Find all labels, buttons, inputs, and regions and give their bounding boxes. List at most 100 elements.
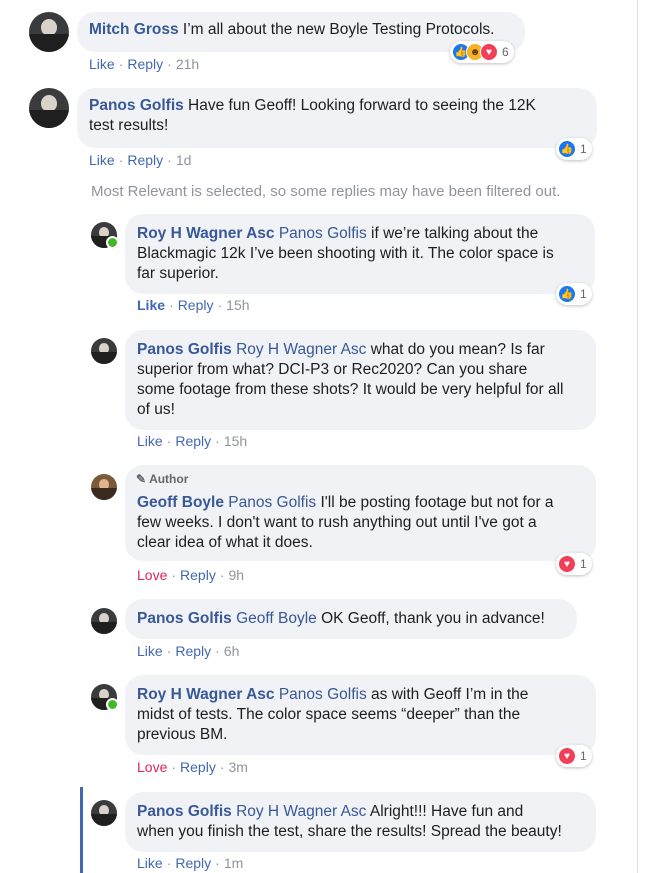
author-name[interactable]: Geoff Boyle (137, 494, 224, 511)
timestamp[interactable]: 15h (226, 297, 249, 313)
comment-text: superior from what? DCI-P3 or Rec2020? C… (137, 361, 528, 378)
timestamp[interactable]: 21h (176, 56, 199, 72)
like-icon: 👍 (558, 285, 576, 303)
reaction-count: 1 (580, 142, 587, 156)
comment-text: test results! (89, 117, 169, 134)
comment-actions: Like · Reply · 6h (137, 643, 239, 659)
online-indicator (106, 698, 119, 711)
author-name[interactable]: Panos Golfis (137, 341, 232, 358)
pencil-icon: ✎ (136, 472, 147, 486)
author-name[interactable]: Mitch Gross (89, 21, 179, 38)
mention-tag[interactable]: Panos Golfis (279, 225, 367, 242)
comment-text: what do you mean? Is far (366, 341, 545, 358)
separator: · (167, 152, 172, 168)
timestamp[interactable]: 15h (224, 433, 247, 449)
reaction-summary[interactable]: 👍 1 (556, 138, 592, 160)
love-icon: ♥ (558, 555, 576, 573)
reply-button[interactable]: Reply (175, 855, 211, 871)
comment-text: some footage from these shots? It would … (137, 381, 564, 398)
separator: · (169, 297, 174, 313)
separator: · (171, 567, 177, 583)
timestamp[interactable]: 6h (224, 643, 240, 659)
like-button[interactable]: Like (137, 855, 163, 871)
comment-bubble: Panos Golfis Geoff Boyle OK Geoff, thank… (125, 599, 577, 639)
comment-text: if we’re talking about the (366, 225, 539, 242)
comment-bubble: Panos Golfis Roy H Wagner Asc what do yo… (125, 330, 596, 430)
author-name[interactable]: Panos Golfis (89, 97, 184, 114)
separator: · (219, 567, 225, 583)
like-button[interactable]: Like (137, 297, 165, 313)
like-button[interactable]: Like (89, 152, 115, 168)
reaction-count: 1 (580, 287, 587, 301)
love-icon: ♥ (558, 747, 576, 765)
reply-button[interactable]: Reply (180, 567, 216, 583)
author-name[interactable]: Roy H Wagner Asc (137, 225, 275, 242)
comment-bubble: Panos Golfis Have fun Geoff! Looking for… (77, 88, 597, 148)
reply-button[interactable]: Reply (175, 433, 211, 449)
comment-text: as with Geoff I’m in the (366, 686, 529, 703)
love-icon: ♥ (480, 43, 498, 61)
reaction-summary[interactable]: ♥ 1 (556, 553, 592, 575)
mention-tag[interactable]: Roy H Wagner Asc (236, 803, 366, 820)
love-button[interactable]: Love (137, 759, 167, 775)
like-button[interactable]: Like (137, 433, 163, 449)
author-badge-label: Author (149, 472, 189, 486)
comment-text: Have fun Geoff! Looking forward to seein… (183, 97, 536, 114)
reaction-count: 1 (580, 557, 587, 571)
author-name[interactable]: Panos Golfis (137, 610, 232, 627)
reply-button[interactable]: Reply (127, 56, 163, 72)
comment-text: I’m all about the new Boyle Testing Prot… (178, 21, 495, 38)
timestamp[interactable]: 3m (229, 759, 248, 775)
mention-tag[interactable]: Geoff Boyle (236, 610, 317, 627)
comment-actions: Love · Reply · 3m (137, 759, 248, 775)
avatar[interactable] (91, 338, 117, 364)
mention-tag[interactable]: Roy H Wagner Asc (236, 341, 366, 358)
comment-actions: Like · Reply · 1m (137, 855, 243, 871)
separator: · (219, 759, 225, 775)
separator: · (166, 643, 172, 659)
comment-text: I'll be posting footage but not for a (316, 494, 554, 511)
avatar[interactable] (29, 12, 69, 52)
reaction-summary[interactable]: ♥ 1 (556, 745, 592, 767)
comment-actions: Like · Reply · 1d (89, 152, 191, 168)
comment-actions: Love · Reply · 9h (137, 567, 244, 583)
comment-text: previous BM. (137, 726, 228, 743)
reaction-count: 1 (580, 749, 587, 763)
mention-tag[interactable]: Panos Golfis (279, 686, 367, 703)
timestamp[interactable]: 1m (224, 855, 243, 871)
comment-actions: Like · Reply · 15h (137, 297, 250, 313)
mention-tag[interactable]: Panos Golfis (228, 494, 316, 511)
separator: · (166, 433, 172, 449)
reply-button[interactable]: Reply (178, 297, 214, 313)
timestamp[interactable]: 9h (229, 567, 245, 583)
comment-text: far superior. (137, 265, 219, 282)
author-name[interactable]: Panos Golfis (137, 803, 232, 820)
comment-text: of us! (137, 401, 175, 418)
separator: · (166, 855, 172, 871)
author-name[interactable]: Roy H Wagner Asc (137, 686, 275, 703)
comment-text: clear idea of what it does. (137, 534, 313, 551)
online-indicator (106, 236, 119, 249)
reply-button[interactable]: Reply (175, 643, 211, 659)
comment-bubble: Geoff Boyle Panos Golfis I'll be posting… (125, 465, 596, 561)
page-edge-divider (637, 0, 638, 873)
like-button[interactable]: Like (137, 643, 163, 659)
author-badge: ✎ Author (136, 472, 188, 486)
separator: · (171, 759, 177, 775)
timestamp[interactable]: 1d (176, 152, 192, 168)
like-button[interactable]: Like (89, 56, 115, 72)
reply-button[interactable]: Reply (127, 152, 163, 168)
comment-actions: Like · Reply · 15h (137, 433, 247, 449)
reaction-summary[interactable]: 👍 ☻ ♥ 6 (450, 41, 514, 63)
reply-button[interactable]: Reply (180, 759, 216, 775)
avatar[interactable] (91, 800, 117, 826)
avatar[interactable] (91, 608, 117, 634)
separator: · (215, 855, 220, 871)
comment-text: when you finish the test, share the resu… (137, 823, 562, 840)
comment-text: Alright!!! Have fun and (366, 803, 524, 820)
avatar[interactable] (29, 88, 69, 128)
separator: · (167, 56, 172, 72)
love-button[interactable]: Love (137, 567, 167, 583)
reaction-summary[interactable]: 👍 1 (556, 283, 592, 305)
avatar[interactable] (91, 474, 117, 500)
